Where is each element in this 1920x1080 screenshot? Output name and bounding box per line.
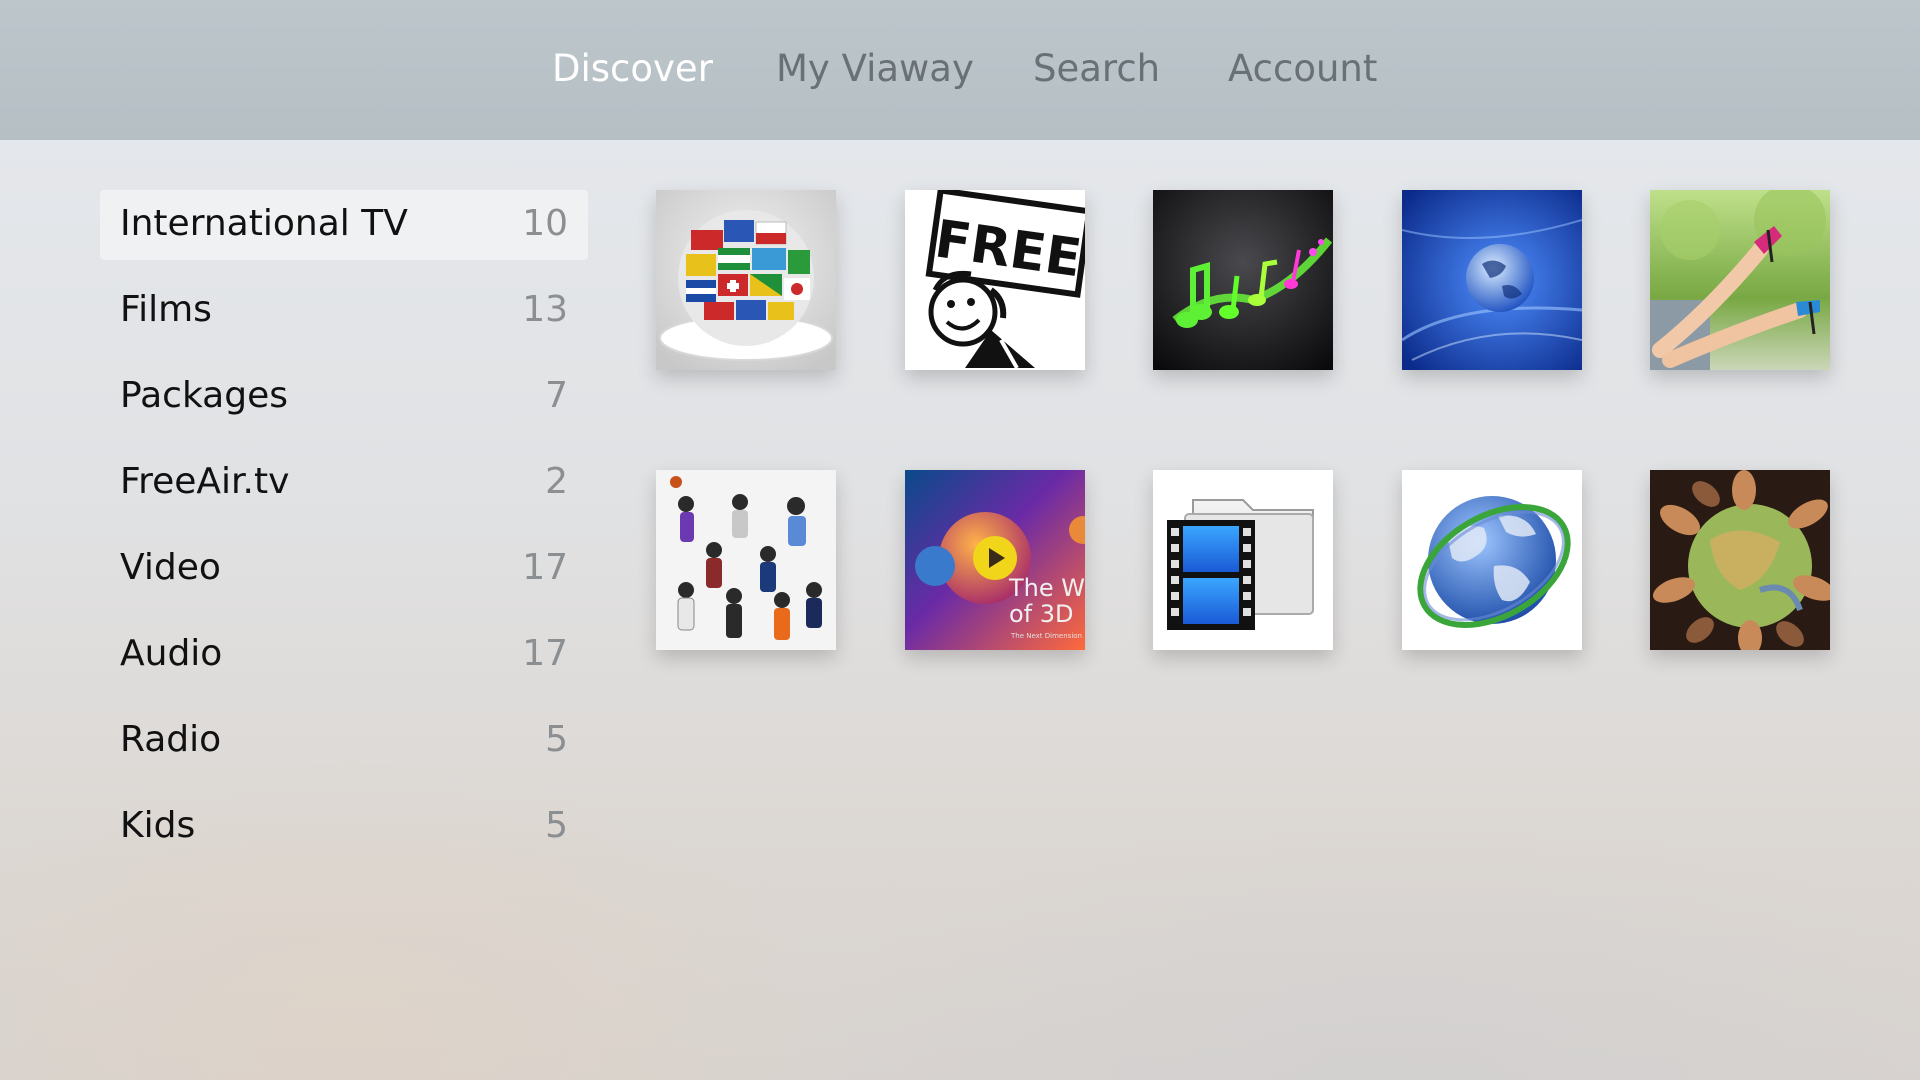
sidebar-item-count: 13: [522, 289, 568, 330]
tile-film-folder[interactable]: [1153, 470, 1333, 650]
tile-title-line-2: of 3D: [1009, 600, 1074, 628]
sidebar-item-label: FreeAir.tv: [120, 461, 290, 502]
tile-kids-world[interactable]: [1650, 470, 1830, 650]
sidebar-item-films[interactable]: Films 13: [100, 276, 588, 346]
sidebar-item-count: 5: [545, 805, 568, 846]
sports-collage-icon: [656, 470, 836, 650]
digital-globe-icon: [1402, 190, 1582, 370]
tab-my-viaway[interactable]: My Viaway: [776, 44, 974, 94]
sidebar-item-count: 2: [545, 461, 568, 502]
sidebar-item-label: Films: [120, 289, 212, 330]
free-sign-icon: FREE: [905, 190, 1085, 370]
tile-international-tv[interactable]: [656, 190, 836, 370]
tile-sports[interactable]: [656, 470, 836, 650]
music-notes-icon: [1153, 190, 1333, 370]
tab-search[interactable]: Search: [1033, 44, 1160, 94]
tile-lifestyle[interactable]: [1650, 190, 1830, 370]
3d-video-icon: The W of 3D The Next Dimension: [905, 470, 1085, 650]
earth-globe-icon: [1402, 470, 1582, 650]
sidebar-item-packages[interactable]: Packages 7: [100, 362, 588, 432]
sidebar-item-count: 17: [522, 633, 568, 674]
tab-discover[interactable]: Discover: [552, 44, 713, 94]
film-folder-icon: [1153, 470, 1333, 650]
tile-music[interactable]: [1153, 190, 1333, 370]
tile-3d-video[interactable]: The W of 3D The Next Dimension: [905, 470, 1085, 650]
tile-title-line-1: The W: [1008, 574, 1085, 602]
tab-bar: Discover My Viaway Search Account: [0, 0, 1920, 140]
sidebar-item-radio[interactable]: Radio 5: [100, 706, 588, 776]
sidebar-item-count: 17: [522, 547, 568, 588]
flag-globe-icon: [656, 190, 836, 370]
sidebar-item-kids[interactable]: Kids 5: [100, 792, 588, 862]
sidebar-item-label: International TV: [120, 203, 408, 244]
sidebar-item-international-tv[interactable]: International TV 10: [100, 190, 588, 260]
sidebar-item-freeair-tv[interactable]: FreeAir.tv 2: [100, 448, 588, 518]
sidebar-item-count: 10: [522, 203, 568, 244]
sidebar-item-label: Radio: [120, 719, 222, 760]
tile-globe[interactable]: [1402, 470, 1582, 650]
sidebar-item-label: Kids: [120, 805, 196, 846]
tile-free[interactable]: FREE: [905, 190, 1085, 370]
sidebar-item-label: Audio: [120, 633, 223, 674]
sidebar-item-label: Packages: [120, 375, 288, 416]
tab-account[interactable]: Account: [1228, 44, 1377, 94]
tile-subtitle: The Next Dimension: [1010, 632, 1082, 640]
sidebar-item-count: 7: [545, 375, 568, 416]
category-sidebar: International TV 10 Films 13 Packages 7 …: [100, 190, 588, 878]
hands-on-globe-icon: [1650, 470, 1830, 650]
top-navigation-bar: Discover My Viaway Search Account: [0, 0, 1920, 140]
sidebar-item-audio[interactable]: Audio 17: [100, 620, 588, 690]
high-heels-icon: [1650, 190, 1830, 370]
tile-digital-world[interactable]: [1402, 190, 1582, 370]
sidebar-item-label: Video: [120, 547, 221, 588]
sidebar-item-count: 5: [545, 719, 568, 760]
sidebar-item-video[interactable]: Video 17: [100, 534, 588, 604]
